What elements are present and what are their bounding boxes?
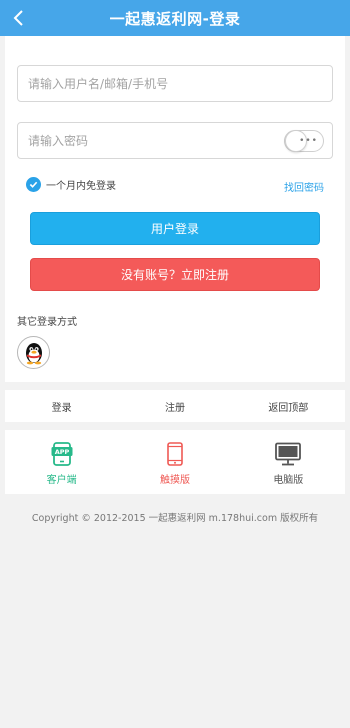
footer-register-link[interactable]: 注册	[118, 399, 231, 414]
more-dots-icon: •••	[299, 136, 318, 146]
footer-login-link[interactable]: 登录	[5, 399, 118, 414]
version-switcher: APP 客户端 触摸版 电脑版	[5, 430, 345, 494]
monitor-icon	[275, 442, 302, 466]
phone-icon	[167, 442, 183, 466]
touch-version-label: 触摸版	[159, 475, 190, 486]
check-icon	[26, 177, 41, 192]
app-version-link[interactable]: APP 客户端	[5, 430, 118, 494]
username-field[interactable]	[17, 65, 333, 102]
password-field[interactable]: •••	[17, 122, 333, 159]
page-title: 一起惠返利网-登录	[109, 9, 241, 28]
login-card: ••• 一个月内免登录 找回密码 用户登录 没有账号？立即注册 其它登录方式	[5, 36, 345, 382]
back-to-top-link[interactable]: 返回顶部	[232, 399, 345, 414]
footer-nav: 登录 注册 返回顶部	[5, 390, 345, 422]
qq-penguin-icon	[25, 342, 42, 364]
qq-login-button[interactable]	[17, 336, 50, 369]
chevron-left-icon	[13, 10, 23, 26]
login-button[interactable]: 用户登录	[30, 212, 320, 245]
app-header: 一起惠返利网-登录	[0, 0, 350, 36]
password-visibility-toggle[interactable]: •••	[284, 130, 324, 152]
remember-me-label: 一个月内免登录	[46, 181, 116, 192]
register-button[interactable]: 没有账号？立即注册	[30, 258, 320, 291]
svg-text:APP: APP	[54, 448, 69, 456]
touch-version-link[interactable]: 触摸版	[118, 430, 231, 494]
app-version-label: 客户端	[46, 475, 77, 486]
other-login-title: 其它登录方式	[17, 317, 77, 328]
app-icon: APP	[51, 442, 73, 466]
remember-me-checkbox[interactable]: 一个月内免登录	[26, 177, 116, 192]
pc-version-label: 电脑版	[273, 475, 304, 486]
copyright-text: Copyright © 2012-2015 一起惠返利网 m.178hui.co…	[31, 513, 319, 524]
forgot-password-link[interactable]: 找回密码	[284, 179, 324, 194]
username-input[interactable]	[18, 66, 332, 101]
pc-version-link[interactable]: 电脑版	[232, 430, 345, 494]
back-button[interactable]	[8, 7, 30, 29]
